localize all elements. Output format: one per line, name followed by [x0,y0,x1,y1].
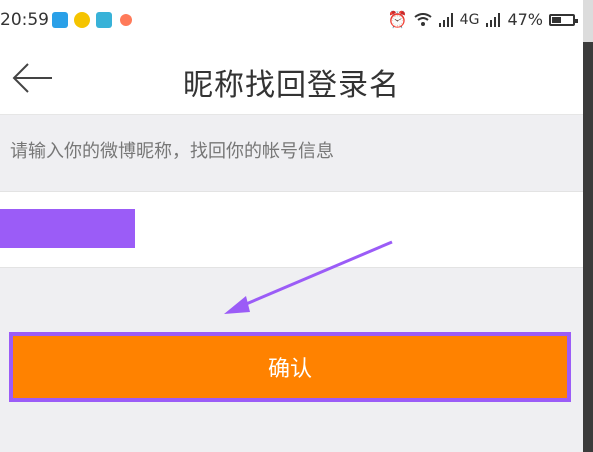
app-icon [74,12,90,28]
page-title: 昵称找回登录名 [183,68,400,103]
screenshot-icon [52,12,68,28]
network-type: 4G [459,11,480,28]
keyboard-icon [96,12,112,28]
battery-fill [552,16,562,23]
prompt-text: 请输入你的微博昵称，找回你的帐号信息 [10,141,334,162]
confirm-button[interactable]: 确认 [9,332,571,402]
signal-icon-2 [486,12,501,27]
battery-icon [549,13,578,26]
header: 昵称找回登录名 [0,42,583,115]
alarm-icon: ⏰ [387,10,408,29]
battery-tip [575,18,578,23]
right-edge-strip-top [583,0,593,42]
confirm-button-label: 确认 [267,357,312,382]
annotation-arrow [224,240,393,314]
flower-icon [120,14,132,26]
signal-icon [438,12,453,27]
right-edge-strip [583,0,593,452]
battery-percent: 47% [507,10,543,29]
redaction-mark [0,209,135,248]
status-right-group: ⏰ 4G 47% [387,10,578,29]
wifi-icon [414,12,432,26]
status-time: 20:59 [0,10,49,30]
status-bar: 20:59 ⏰ 4G 47% [0,0,583,42]
